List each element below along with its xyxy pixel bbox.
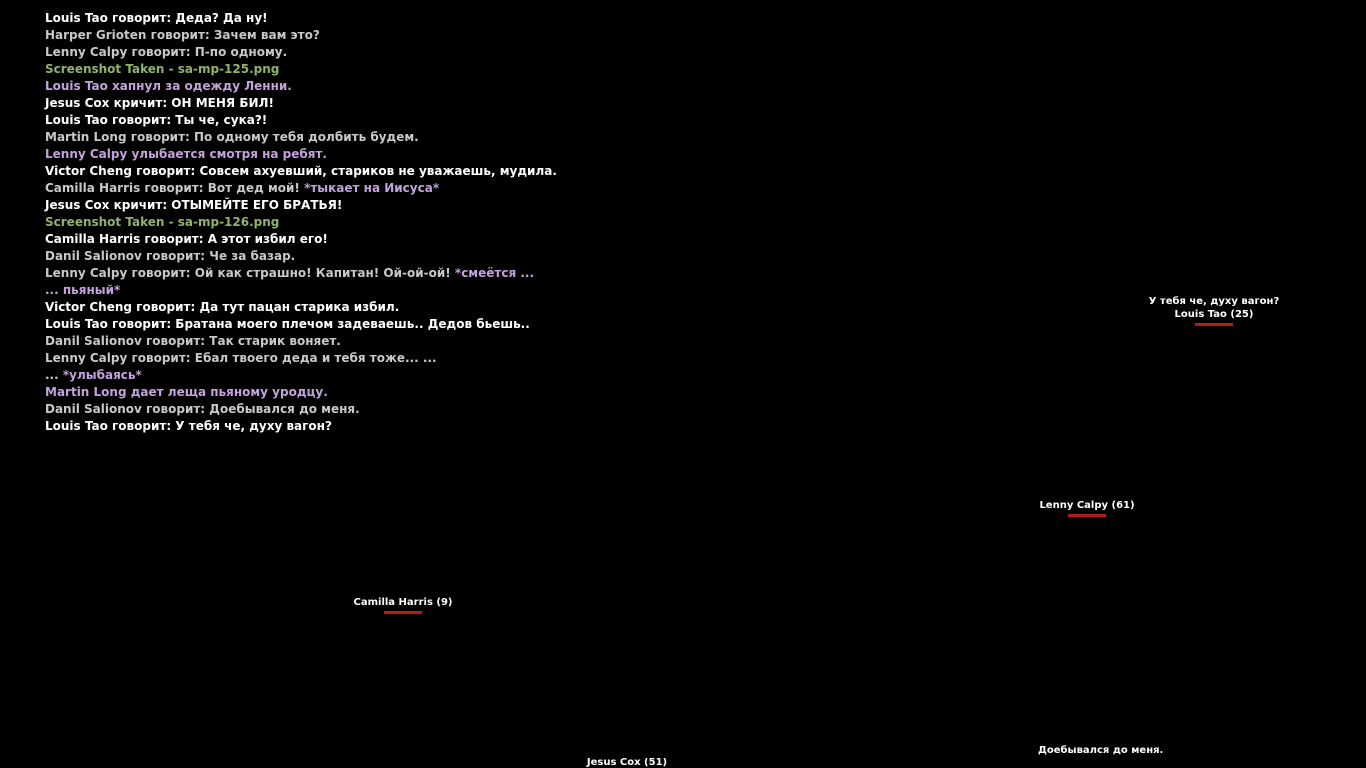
chat-line: Danil Salionov говорит: Так старик воняе… — [45, 333, 665, 350]
chat-segment: Danil Salionov говорит: Доебывался до ме… — [45, 402, 360, 416]
chat-segment: Jesus Cox кричит: ОТЫМЕЙТЕ ЕГО БРАТЬЯ! — [45, 198, 343, 212]
health-bar — [1195, 323, 1233, 326]
chat-line: Harper Grioten говорит: Зачем вам это? — [45, 27, 665, 44]
chat-line: Lenny Calpy говорит: П-по одному. — [45, 44, 665, 61]
player-name: Camilla Harris (9) — [353, 597, 453, 608]
chat-segment: Lenny Calpy говорит: Ой как страшно! Кап… — [45, 266, 455, 280]
chat-segment: Danil Salionov говорит: Так старик воняе… — [45, 334, 341, 348]
chat-segment: Louis Tao говорит: Братана моего плечом … — [45, 317, 530, 331]
chat-segment: Lenny Calpy улыбается смотря на ребят. — [45, 147, 327, 161]
chat-line: Screenshot Taken - sa-mp-126.png — [45, 214, 665, 231]
chat-segment: Screenshot Taken - sa-mp-126.png — [45, 215, 280, 229]
chat-segment: Lenny Calpy говорит: Ебал твоего деда и … — [45, 351, 437, 365]
chat-line: Camilla Harris говорит: А этот избил его… — [45, 231, 665, 248]
nametag-louis-tao: У тебя че, духу вагон? Louis Tao (25) — [1146, 295, 1282, 326]
chat-bubble: У тебя че, духу вагон? — [1148, 296, 1280, 307]
chat-line: ... пьяный* — [45, 282, 665, 299]
chat-line: Jesus Cox кричит: ОН МЕНЯ БИЛ! — [45, 95, 665, 112]
health-bar — [1068, 514, 1106, 517]
chat-segment: Victor Cheng говорит: Совсем ахуевший, с… — [45, 164, 557, 178]
chat-segment: Louis Tao говорит: Деда? Да ну! — [45, 11, 268, 25]
chat-segment: Harper Grioten говорит: Зачем вам это? — [45, 28, 320, 42]
player-name: Lenny Calpy (61) — [1039, 500, 1135, 511]
chat-segment: Martin Long дает леща пьяному уродцу. — [45, 385, 328, 399]
chat-segment: Louis Tao говорит: У тебя че, духу вагон… — [45, 419, 332, 433]
chat-segment: Camilla Harris говорит: А этот избил его… — [45, 232, 328, 246]
chat-line: Louis Tao говорит: Деда? Да ну! — [45, 10, 665, 27]
chat-line: Danil Salionov говорит: Доебывался до ме… — [45, 401, 665, 418]
health-bar — [384, 611, 422, 614]
chat-line: Camilla Harris говорит: Вот дед мой! *ты… — [45, 180, 665, 197]
game-screen: { "colors": { "white": "#ffffff", "gray"… — [0, 0, 1366, 768]
chat-line: ... *улыбаясь* — [45, 367, 665, 384]
player-name: Louis Tao (25) — [1174, 309, 1254, 320]
chat-line: Martin Long говорит: По одному тебя долб… — [45, 129, 665, 146]
chat-segment: Camilla Harris говорит: Вот дед мой! — [45, 181, 305, 195]
chat-line: Louis Tao говорит: Братана моего плечом … — [45, 316, 665, 333]
chat-line: Screenshot Taken - sa-mp-125.png — [45, 61, 665, 78]
chat-line: Victor Cheng говорит: Совсем ахуевший, с… — [45, 163, 665, 180]
chat-segment: Louis Tao говорит: Ты че, сука?! — [45, 113, 268, 127]
chat-segment: Lenny Calpy говорит: П-по одному. — [45, 45, 288, 59]
nametag-jesus-cox: Jesus Cox (51) — [577, 758, 677, 768]
chat-line: Martin Long дает леща пьяному уродцу. — [45, 384, 665, 401]
chat-segment: Martin Long говорит: По одному тебя долб… — [45, 130, 419, 144]
chat-segment: Jesus Cox кричит: ОН МЕНЯ БИЛ! — [45, 96, 274, 110]
chat-segment: *тыкает на Иисуса* — [304, 181, 440, 195]
chat-line: Victor Cheng говорит: Да тут пацан стари… — [45, 299, 665, 316]
chat-line: Lenny Calpy улыбается смотря на ребят. — [45, 146, 665, 163]
chat-segment: Danil Salionov говорит: Че за базар. — [45, 249, 296, 263]
chat-line: Lenny Calpy говорит: Ой как страшно! Кап… — [45, 265, 665, 282]
chat-segment: *смеётся ... — [454, 266, 535, 280]
chat-line: Danil Salionov говорит: Че за базар. — [45, 248, 665, 265]
chat-bubble-danil: Доебывался до меня. — [1038, 745, 1164, 756]
chat-segment: ... — [45, 368, 63, 382]
chat-line: Louis Tao говорит: Ты че, сука?! — [45, 112, 665, 129]
chat-line: Jesus Cox кричит: ОТЫМЕЙТЕ ЕГО БРАТЬЯ! — [45, 197, 665, 214]
nametag-camilla-harris: Camilla Harris (9) — [345, 596, 461, 614]
chat-line: Louis Tao хапнул за одежду Ленни. — [45, 78, 665, 95]
chat-segment: *улыбаясь* — [62, 368, 142, 382]
player-name: Jesus Cox (51) — [586, 758, 668, 768]
chat-segment: ... пьяный* — [45, 283, 121, 297]
chat-line: Louis Tao говорит: У тебя че, духу вагон… — [45, 418, 665, 435]
chat-log: Louis Tao говорит: Деда? Да ну! Harper Gr… — [45, 10, 665, 435]
chat-segment: Louis Tao хапнул за одежду Ленни. — [45, 79, 292, 93]
nametag-lenny-calpy: Lenny Calpy (61) — [1030, 499, 1144, 517]
chat-segment: Screenshot Taken - sa-mp-125.png — [45, 62, 280, 76]
chat-line: Lenny Calpy говорит: Ебал твоего деда и … — [45, 350, 665, 367]
chat-segment: Victor Cheng говорит: Да тут пацан стари… — [45, 300, 400, 314]
